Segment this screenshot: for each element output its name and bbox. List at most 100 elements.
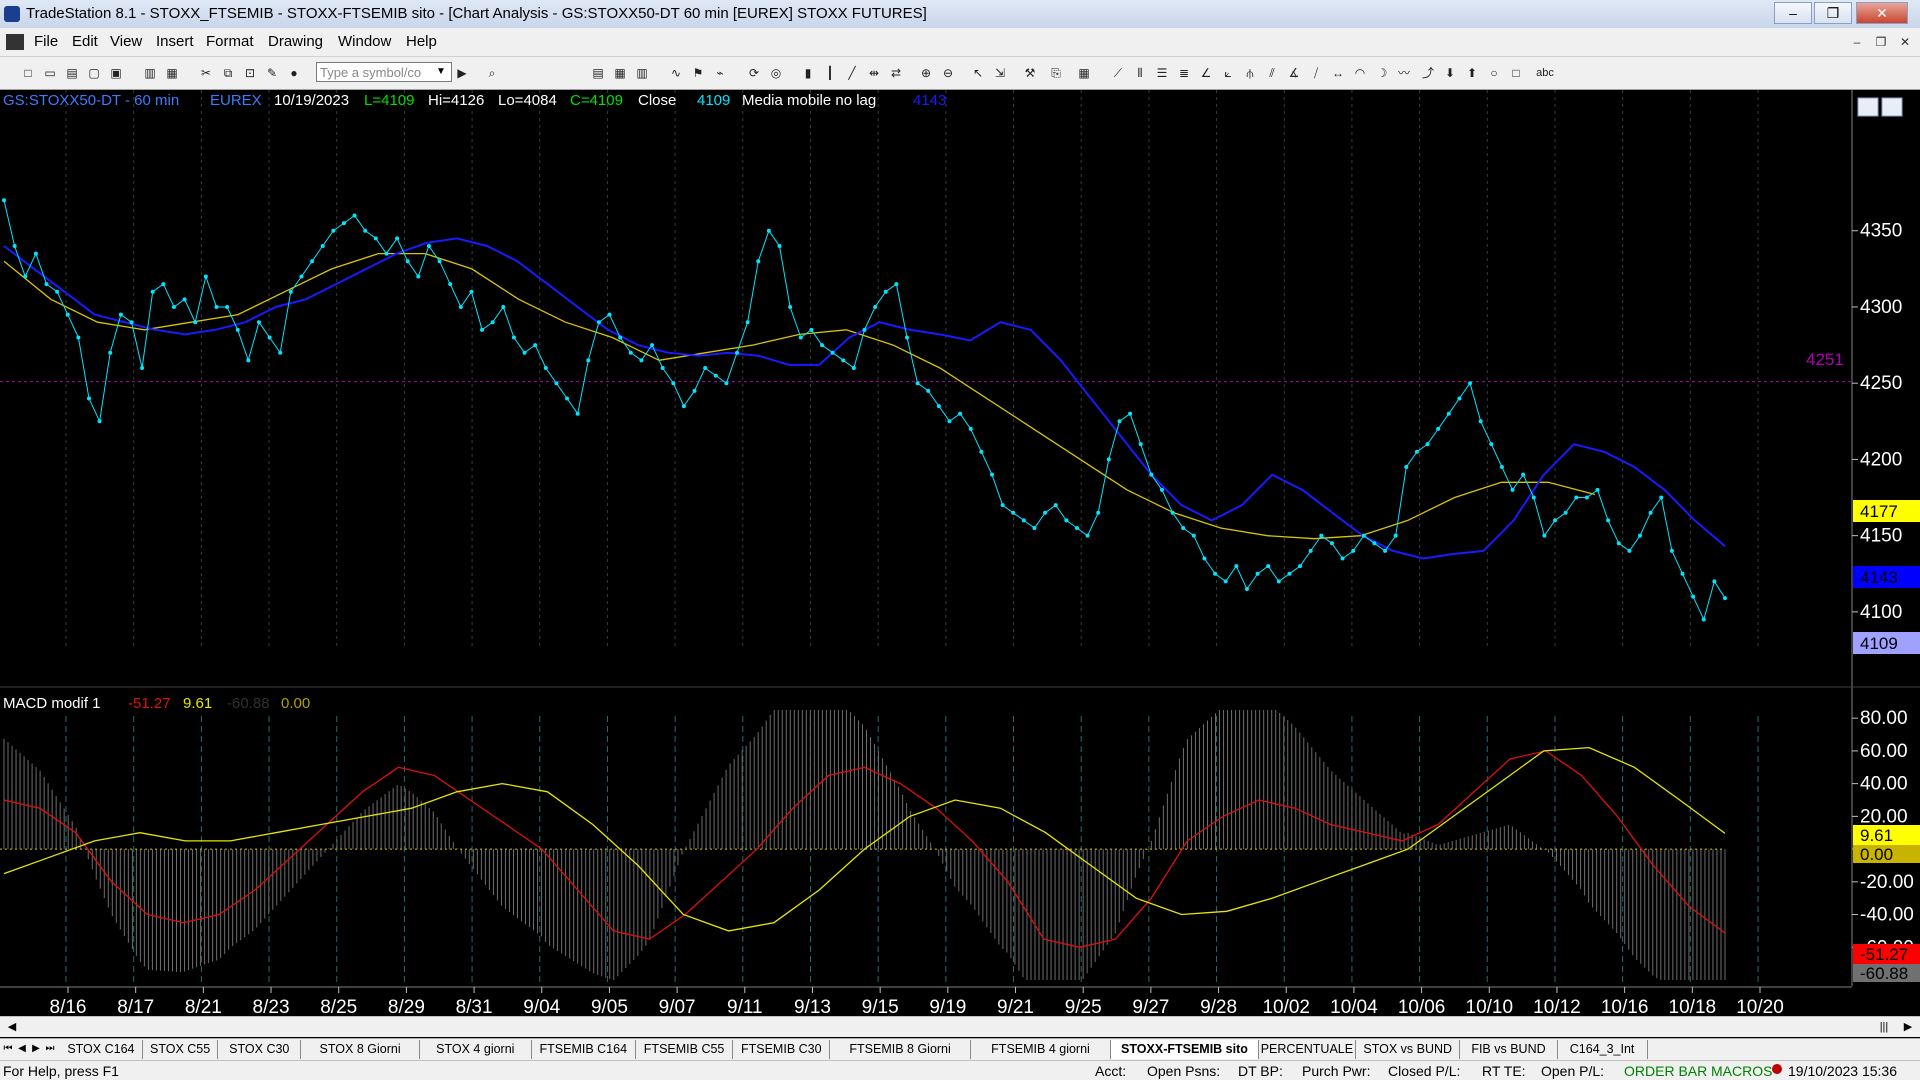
workspace-tab[interactable]: STOX 8 Giorni — [301, 1040, 420, 1059]
analysis-icon[interactable]: ∿ — [668, 65, 684, 81]
table-icon[interactable]: ▥ — [634, 65, 650, 81]
symbol-dropdown-icon[interactable]: ▼ — [432, 63, 450, 81]
text-tool-icon[interactable]: abc — [1530, 65, 1560, 81]
vertical-line-icon[interactable]: ⦀ — [1132, 65, 1148, 81]
regression-channel-icon[interactable]: ⫽ — [1264, 65, 1280, 81]
menu-drawing[interactable]: Drawing — [264, 28, 327, 56]
workspace-tab[interactable]: STOXX-FTSEMIB sito — [1111, 1040, 1259, 1059]
menu-insert[interactable]: Insert — [152, 28, 198, 56]
macros-button[interactable]: MACROS — [1711, 1061, 1772, 1080]
line-chart-icon[interactable]: ╱ — [844, 65, 860, 81]
andrews-pitchfork-icon[interactable]: ⫛ — [1242, 65, 1258, 81]
menu-file[interactable]: File — [30, 28, 62, 56]
cut-icon[interactable]: ✂ — [198, 65, 214, 81]
go-arrow-icon[interactable]: ▶ — [454, 65, 470, 81]
workspace-tab[interactable]: PERCENTUALE — [1259, 1040, 1356, 1059]
refresh-icon[interactable]: ⟳ — [746, 65, 762, 81]
mdi-close-button[interactable]: ✕ — [1896, 34, 1914, 50]
tab-last-icon[interactable]: ⏭ — [44, 1042, 56, 1056]
order-bar-button[interactable]: ORDER BAR — [1624, 1061, 1707, 1080]
workspace-tab[interactable]: STOX C164 — [60, 1040, 143, 1059]
workspace-tab[interactable]: FTSEMIB C164 — [532, 1040, 636, 1059]
arrow-down-icon[interactable]: ⬇ — [1442, 65, 1458, 81]
mdi-restore-button[interactable]: ❐ — [1872, 34, 1890, 50]
pointer-icon[interactable]: ↖ — [970, 65, 986, 81]
strategy-icon[interactable]: ⚑ — [690, 65, 706, 81]
zoom-out-icon[interactable]: ⊖ — [940, 65, 956, 81]
new-window-icon[interactable]: ▢ — [86, 65, 102, 81]
copy-icon[interactable]: ⧉ — [220, 65, 236, 81]
maximize-button[interactable]: ❐ — [1814, 2, 1852, 24]
gann-fan-icon[interactable]: ∠ — [1198, 65, 1214, 81]
open-icon[interactable]: ▭ — [42, 65, 58, 81]
workspace-tab[interactable]: FIB vs BUND — [1460, 1040, 1558, 1059]
minimize-button[interactable]: ‒ — [1774, 2, 1812, 24]
workspace-tab[interactable]: FTSEMIB 4 giorni — [971, 1040, 1112, 1059]
rectangle-icon[interactable]: □ — [1508, 65, 1524, 81]
grid-icon[interactable]: ▦ — [1076, 65, 1092, 81]
bar-chart-icon[interactable]: ▮ — [800, 65, 816, 81]
workspace-tab[interactable]: C164_3_Int — [1558, 1040, 1648, 1059]
print-icon[interactable]: ▦ — [164, 65, 180, 81]
indicator-icon[interactable]: ⌁ — [712, 65, 728, 81]
chart-window-icon[interactable] — [6, 34, 24, 50]
menu-format[interactable]: Format — [202, 28, 258, 56]
open-workspace-icon[interactable]: ▤ — [64, 65, 80, 81]
format-data-icon[interactable]: ▦ — [612, 65, 628, 81]
extend-line-icon[interactable]: ↔ — [1330, 65, 1346, 81]
tab-first-icon[interactable]: ⏮ — [2, 1042, 14, 1056]
horizontal-line-icon[interactable]: ☰ — [1154, 65, 1170, 81]
color-icon[interactable]: ● — [286, 65, 302, 81]
workspace-tab[interactable]: STOX 4 giorni — [420, 1040, 532, 1059]
workspace-tab[interactable]: STOX C30 — [218, 1040, 302, 1059]
symbol-lookup-icon[interactable]: ⌕ — [484, 65, 500, 81]
tab-prev-icon[interactable]: ◀ — [16, 1042, 28, 1056]
data-window-icon[interactable]: ⎘ — [1048, 65, 1064, 81]
menu-help[interactable]: Help — [402, 28, 441, 56]
scroll-right-icon[interactable]: ▶ — [1900, 1019, 1916, 1035]
ellipse-icon[interactable]: ○ — [1486, 65, 1502, 81]
radar-icon[interactable]: ◎ — [768, 65, 784, 81]
fib-fan-icon[interactable]: ∡ — [1286, 65, 1302, 81]
workspace-tab[interactable]: FTSEMIB 8 Giorni — [830, 1040, 971, 1059]
chart-area[interactable]: GS:STOXX50-DT - 60 min EUREX 10/19/2023 … — [0, 90, 1920, 1022]
chart-select-icon[interactable]: ⇲ — [992, 65, 1008, 81]
scroll-bars-icon[interactable]: ⇄ — [888, 65, 904, 81]
mdi-minimize-button[interactable]: ‒ — [1848, 34, 1866, 50]
horizontal-scrollbar[interactable]: ◀ ||| ▶ — [0, 1016, 1920, 1037]
candle-icon[interactable]: ┃ — [822, 65, 838, 81]
tab-next-icon[interactable]: ▶ — [30, 1042, 42, 1056]
scroll-grip-icon[interactable]: ||| — [1876, 1019, 1892, 1035]
save-icon[interactable]: ▣ — [108, 65, 124, 81]
new-icon[interactable]: □ — [20, 65, 36, 81]
menu-view[interactable]: View — [106, 28, 146, 56]
chart-svg[interactable]: GS:STOXX50-DT - 60 min EUREX 10/19/2023 … — [0, 90, 1920, 1018]
tools-icon[interactable]: ⚒ — [1022, 65, 1038, 81]
freehand-icon[interactable]: 〰 — [1396, 65, 1412, 81]
close-button[interactable]: ✕ — [1856, 2, 1908, 24]
trendline-icon[interactable]: ⟋ — [1110, 65, 1126, 81]
arrow-up-icon[interactable]: ⬆ — [1464, 65, 1480, 81]
workspace-tab[interactable]: FTSEMIB C30 — [733, 1040, 831, 1059]
pan-icon[interactable]: ⇹ — [866, 65, 882, 81]
lock-icon[interactable]: ⊡ — [242, 65, 258, 81]
menu-edit[interactable]: Edit — [68, 28, 102, 56]
menu-window[interactable]: Window — [334, 28, 395, 56]
pane-minimize-button[interactable] — [1857, 97, 1879, 117]
fib-circle-icon[interactable]: ☽ — [1374, 65, 1390, 81]
workspace-tab[interactable]: STOX C55 — [143, 1040, 219, 1059]
workspace-tab[interactable]: STOX vs BUND — [1356, 1040, 1461, 1059]
paint-icon[interactable]: ✎ — [264, 65, 280, 81]
format-window-icon[interactable]: ▤ — [590, 65, 606, 81]
price-channel-icon[interactable]: ⧸ — [1308, 65, 1324, 81]
pane-restore-button[interactable] — [1881, 97, 1903, 117]
fib-arcs-icon[interactable]: ◠ — [1352, 65, 1368, 81]
speed-lines-icon[interactable]: ⟀ — [1220, 65, 1236, 81]
text-arrow-icon[interactable]: ⤴ — [1420, 65, 1436, 81]
zoom-in-icon[interactable]: ⊕ — [918, 65, 934, 81]
fibonacci-icon[interactable]: ≣ — [1176, 65, 1192, 81]
print-preview-icon[interactable]: ▥ — [142, 65, 158, 81]
scroll-left-icon[interactable]: ◀ — [4, 1019, 20, 1035]
close-point — [1351, 548, 1356, 553]
workspace-tab[interactable]: FTSEMIB C55 — [636, 1040, 734, 1059]
